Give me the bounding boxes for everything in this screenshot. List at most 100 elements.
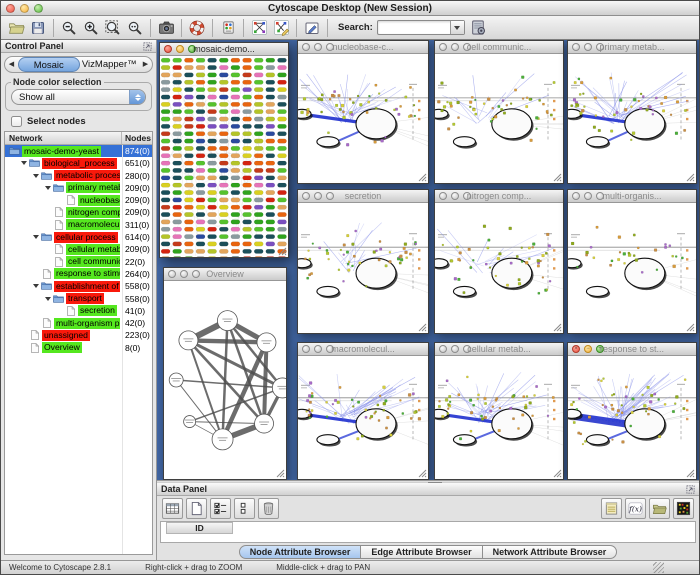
zoom-selected-button[interactable] (124, 17, 146, 39)
tab-scroll-right-icon[interactable]: ▶ (139, 57, 152, 72)
network-canvas[interactable] (435, 356, 563, 479)
window-titlebar[interactable]: cell communic... (435, 41, 563, 54)
network-canvas[interactable] (568, 356, 696, 479)
window-titlebar[interactable]: nucleobase-c... (298, 41, 428, 54)
search-input[interactable] (378, 22, 450, 34)
network-view-button[interactable] (248, 17, 270, 39)
formula-button[interactable]: f(x) (625, 498, 646, 519)
network-view-window[interactable]: cellular metab... (434, 342, 564, 480)
network-view-window[interactable]: ×−+response to st... (567, 342, 697, 480)
tab-network-attribute-browser[interactable]: Network Attribute Browser (483, 545, 618, 559)
expand-arrow-icon[interactable] (33, 174, 39, 178)
network-view-window[interactable]: multi-organis... (567, 189, 697, 334)
help-ring-button[interactable] (186, 17, 208, 39)
network-canvas[interactable] (298, 54, 428, 183)
network-canvas[interactable] (160, 56, 288, 257)
window-titlebar[interactable]: secretion (298, 190, 428, 203)
network-canvas[interactable] (435, 203, 563, 333)
expand-arrow-icon[interactable] (45, 297, 51, 301)
tab-mosaic[interactable]: Mosaic (18, 57, 80, 72)
network-view-window[interactable]: nucleobase-c... (297, 40, 429, 184)
resize-grip[interactable] (653, 562, 664, 573)
network-view-window[interactable]: macromolecul... (297, 342, 429, 480)
network-tree-row[interactable]: multi-organism pro42(0) (5, 317, 152, 329)
float-panel-icon[interactable] (143, 42, 152, 51)
network-canvas[interactable] (298, 203, 428, 333)
expand-arrow-icon[interactable] (33, 235, 39, 239)
window-titlebar[interactable]: ×−+response to st... (568, 343, 696, 356)
network-tree-row[interactable]: nitrogen compo209(0) (5, 206, 152, 218)
attribute-batch-button[interactable] (601, 498, 622, 519)
network-tree-row[interactable]: Overview8(0) (5, 342, 152, 354)
network-tree-row[interactable]: primary metabo209(0) (5, 182, 152, 194)
select-nodes-checkbox[interactable] (11, 116, 22, 127)
attribute-table[interactable]: ID (160, 521, 696, 543)
window-titlebar[interactable]: primary metab... (568, 41, 696, 54)
expand-arrow-icon[interactable] (45, 186, 51, 190)
open-folder-button[interactable] (5, 17, 27, 39)
expand-arrow-icon[interactable] (33, 284, 39, 288)
network-tree-row[interactable]: cellular process614(0) (5, 231, 152, 243)
column-header-nodes[interactable]: Nodes (122, 132, 152, 144)
heatmap-button[interactable] (673, 498, 694, 519)
quick-find-config-button[interactable] (468, 17, 490, 39)
network-edit-button[interactable] (270, 17, 292, 39)
node-appearance-button[interactable] (217, 17, 239, 39)
attribute-column-header-id[interactable]: ID (166, 522, 233, 534)
network-view-window[interactable]: nitrogen comp... (434, 189, 564, 334)
network-canvas[interactable] (568, 203, 696, 333)
search-combobox[interactable] (377, 20, 465, 35)
network-canvas[interactable] (164, 281, 286, 479)
network-view-window[interactable]: Overview (163, 267, 287, 480)
window-titlebar[interactable]: mosaic-demo... (160, 43, 288, 56)
window-titlebar[interactable]: Overview (164, 268, 286, 281)
annotation-button[interactable] (301, 17, 323, 39)
network-canvas[interactable] (298, 356, 428, 479)
attribute-table-button[interactable] (162, 498, 183, 519)
network-canvas[interactable] (568, 54, 696, 183)
float-panel-icon[interactable] (686, 485, 695, 494)
column-header-network[interactable]: Network (5, 132, 122, 144)
network-view-window[interactable]: secretion (297, 189, 429, 334)
network-tree-row[interactable]: establishment of lo558(0) (5, 280, 152, 292)
network-tree-row[interactable]: cell communicat22(0) (5, 256, 152, 268)
search-dropdown-button[interactable] (450, 21, 464, 34)
delete-attribute-button[interactable] (258, 498, 279, 519)
save-button[interactable] (27, 17, 49, 39)
new-attribute-button[interactable] (186, 498, 207, 519)
tab-scroll-left-icon[interactable]: ◀ (5, 57, 18, 72)
import-attributes-button[interactable] (649, 498, 670, 519)
network-tree-row[interactable]: biological_process651(0) (5, 157, 152, 169)
network-tree-row[interactable]: cellular metabo209(0) (5, 243, 152, 255)
window-titlebar[interactable]: multi-organis... (568, 190, 696, 203)
network-view-window[interactable]: mosaic-demo... (159, 42, 289, 258)
window-titlebar[interactable]: nitrogen comp... (435, 190, 563, 203)
network-canvas[interactable] (435, 54, 563, 183)
tab-node-attribute-browser[interactable]: Node Attribute Browser (239, 545, 362, 559)
select-attributes-checked-button[interactable] (210, 498, 231, 519)
window-titlebar[interactable]: macromolecul... (298, 343, 428, 356)
network-tree-row[interactable]: transport558(0) (5, 293, 152, 305)
network-tree-row[interactable]: response to stimul264(0) (5, 268, 152, 280)
network-tree-row[interactable]: secretion41(0) (5, 305, 152, 317)
zoom-out-button[interactable] (58, 17, 80, 39)
network-tree-row[interactable]: mosaic-demo-yeast874(0) (5, 145, 152, 157)
network-tree-row[interactable]: unassigned223(0) (5, 329, 152, 341)
window-titlebar[interactable]: cellular metab... (435, 343, 563, 356)
zoom-fit-button[interactable] (102, 17, 124, 39)
app-titlebar[interactable]: Cytoscape Desktop (New Session) (1, 1, 699, 16)
snapshot-button[interactable] (155, 17, 177, 39)
network-view-window[interactable]: primary metab... (567, 40, 697, 184)
horizontal-splitter[interactable] (157, 480, 699, 483)
tab-edge-attribute-browser[interactable]: Edge Attribute Browser (361, 545, 482, 559)
tab-vizmapper[interactable]: VizMapper™ (80, 57, 140, 72)
network-tree-row[interactable]: nucleobase-209(0) (5, 194, 152, 206)
zoom-in-button[interactable] (80, 17, 102, 39)
node-color-dropdown[interactable]: Show all (11, 89, 146, 105)
network-desktop[interactable]: mosaic-demo... Overview nucleobase-c... cel… (157, 40, 699, 480)
network-tree-row[interactable]: macromolecule311(0) (5, 219, 152, 231)
network-tree-row[interactable]: metabolic process280(0) (5, 170, 152, 182)
network-view-window[interactable]: cell communic... (434, 40, 564, 184)
expand-arrow-icon[interactable] (21, 161, 27, 165)
select-attributes-button[interactable] (234, 498, 255, 519)
